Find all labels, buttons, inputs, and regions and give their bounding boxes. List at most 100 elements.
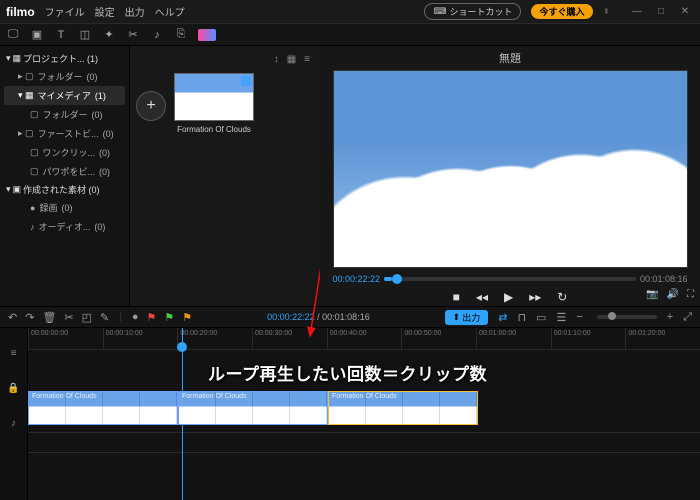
sidebar-item-record[interactable]: ● 録画 (0) (4, 198, 125, 217)
fit-icon[interactable]: ⤢ (683, 311, 692, 324)
sort-icon[interactable]: ↕ (274, 54, 279, 65)
project-header[interactable]: ▾ ▦ プロジェクト... (1) (4, 50, 125, 67)
folder-icon[interactable]: ▣ (30, 28, 44, 42)
menu-file[interactable]: ファイル (45, 4, 85, 19)
timeline-gutter: ≡ 🔒 ♪ (0, 328, 28, 500)
main-menu: ファイル 設定 出力 ヘルプ (45, 4, 185, 19)
minimize-button[interactable]: — (628, 6, 646, 17)
marker-red-icon[interactable]: ⚑ (147, 311, 157, 324)
zoom-in-icon[interactable]: + (667, 311, 673, 323)
total-timecode: 00:01:08:16 (640, 274, 688, 284)
marker-orange-icon[interactable]: ⚑ (182, 311, 192, 324)
item-label: オーディオ... (39, 220, 91, 233)
item-label: フォルダー (43, 108, 88, 121)
delete-button[interactable]: 🗑 (42, 311, 56, 324)
snap-icon[interactable]: ▭ (536, 311, 546, 324)
media-bin: ↕ ▦ ≡ + Formation Of Clouds (130, 46, 320, 306)
menu-help[interactable]: ヘルプ (155, 4, 185, 19)
prev-button[interactable]: ◂◂ (472, 288, 492, 306)
sidebar-item-oneclick[interactable]: ▢ ワンクリッ... (0) (4, 143, 125, 162)
item-count: (0) (92, 110, 103, 120)
ruler-tick: 00:00:40:00 (327, 328, 402, 349)
zoom-slider[interactable] (597, 315, 657, 319)
audio-icon[interactable]: ♪ (150, 28, 164, 42)
shortcut-button[interactable]: ⌨ ショートカット (424, 3, 521, 20)
close-button[interactable]: ✕ (676, 6, 694, 17)
progress-handle[interactable] (392, 274, 402, 284)
record-button[interactable]: ● (132, 311, 139, 323)
extra-track[interactable] (28, 452, 700, 468)
export-button[interactable]: ⬆ 出力 (445, 310, 489, 325)
link-toggle-icon[interactable]: ⇄ (498, 311, 507, 324)
annotation-text: ループ再生したい回数＝クリップ数 (208, 360, 487, 385)
clip-label: Formation Of Clouds (182, 393, 247, 400)
hamburger-icon[interactable]: ≡ (11, 348, 17, 359)
item-label: フォルダー (38, 70, 83, 83)
time-ruler[interactable]: 00:00:00:00 00:00:10:00 00:00:20:00 00:0… (28, 328, 700, 350)
loop-button[interactable]: ↻ (553, 288, 571, 306)
buy-now-button[interactable]: 今すぐ購入 (531, 4, 592, 19)
item-count: (0) (103, 129, 114, 139)
plus-icon: + (146, 97, 155, 115)
item-count: (0) (61, 203, 72, 213)
media-thumbnail[interactable]: Formation Of Clouds (174, 73, 254, 134)
magnet-icon[interactable]: ⊓ (517, 311, 526, 324)
marker-green-icon[interactable]: ⚑ (164, 311, 174, 324)
effects-icon[interactable]: ✦ (102, 28, 116, 42)
account-icon[interactable]: ♀ (603, 6, 611, 17)
split-icon[interactable]: ✂ (126, 28, 140, 42)
ruler-tick: 00:01:20:00 (625, 328, 700, 349)
transition-icon[interactable]: ◫ (78, 28, 92, 42)
audio-track[interactable] (28, 432, 700, 448)
list-view-icon[interactable]: ≡ (304, 54, 310, 65)
sidebar-item-firstview[interactable]: ▸ ▢ ファーストビ... (0) (4, 124, 125, 143)
fullscreen-icon[interactable]: ⛶ (687, 289, 694, 300)
stop-button[interactable]: ■ (449, 288, 464, 306)
media-toolbar: 🖵 ▣ T ◫ ✦ ✂ ♪ ⎘ (0, 24, 700, 46)
clip-label: Formation Of Clouds (332, 393, 397, 400)
grid-view-icon[interactable]: ▦ (287, 54, 296, 65)
media-icon[interactable]: 🖵 (6, 28, 20, 42)
import-button[interactable]: + (136, 91, 166, 121)
clip-label: Formation Of Clouds (32, 393, 97, 400)
preview-viewer[interactable] (333, 70, 688, 268)
timeline-body[interactable]: 00:00:00:00 00:00:10:00 00:00:20:00 00:0… (28, 328, 700, 500)
layers-icon[interactable]: ☰ (556, 311, 566, 324)
item-count: (0) (99, 167, 110, 177)
link-icon[interactable]: ⎘ (174, 28, 188, 42)
cut-button[interactable]: ✂ (64, 311, 73, 324)
preview-title: 無題 (495, 46, 525, 70)
crop-button[interactable]: ◰ (82, 311, 92, 324)
zoom-out-icon[interactable]: − (576, 311, 582, 323)
edit-button[interactable]: ✎ (100, 311, 109, 324)
sidebar-item-ppt[interactable]: ▢ パワポをビ... (0) (4, 162, 125, 181)
sidebar-item-mymedia[interactable]: ▾ ▦ マイメディア (1) (4, 86, 125, 105)
track-audio-icon[interactable]: ♪ (11, 418, 16, 429)
media-type-badge (241, 76, 251, 86)
ai-tools-icon[interactable] (198, 29, 216, 41)
timeline-clip-selected[interactable]: Formation Of Clouds (328, 391, 478, 425)
sidebar-item-folder[interactable]: ▸ ▢ フォルダー (0) (4, 67, 125, 86)
menu-settings[interactable]: 設定 (95, 4, 115, 19)
snapshot-icon[interactable]: 📷 (646, 289, 658, 300)
item-count: (0) (87, 72, 98, 82)
created-header[interactable]: ▾ ▣ 作成された素材 (0) (4, 181, 125, 198)
preview-panel: 無題 00:00:22:22 00:01:08:16 ■ ◂◂ ▶ ▸▸ ↻ 📷… (320, 46, 700, 306)
thumbnail-image (174, 73, 254, 121)
play-button[interactable]: ▶ (500, 288, 517, 306)
maximize-button[interactable]: □ (652, 6, 670, 17)
sidebar-item-folder-2[interactable]: ▢ フォルダー (0) (4, 105, 125, 124)
volume-icon[interactable]: 🔊 (667, 289, 679, 300)
undo-button[interactable]: ↶ (8, 311, 17, 324)
project-header-label: プロジェクト... (1) (23, 52, 98, 65)
menu-output[interactable]: 出力 (125, 4, 145, 19)
lock-icon[interactable]: 🔒 (7, 383, 19, 394)
redo-button[interactable]: ↷ (25, 311, 34, 324)
next-button[interactable]: ▸▸ (525, 288, 545, 306)
progress-bar[interactable] (384, 277, 636, 281)
text-icon[interactable]: T (54, 28, 68, 42)
timeline-clip[interactable]: Formation Of Clouds (28, 391, 178, 425)
sidebar-item-audio[interactable]: ♪ オーディオ... (0) (4, 217, 125, 236)
timeline-clip[interactable]: Formation Of Clouds (178, 391, 328, 425)
ruler-tick: 00:00:30:00 (252, 328, 327, 349)
